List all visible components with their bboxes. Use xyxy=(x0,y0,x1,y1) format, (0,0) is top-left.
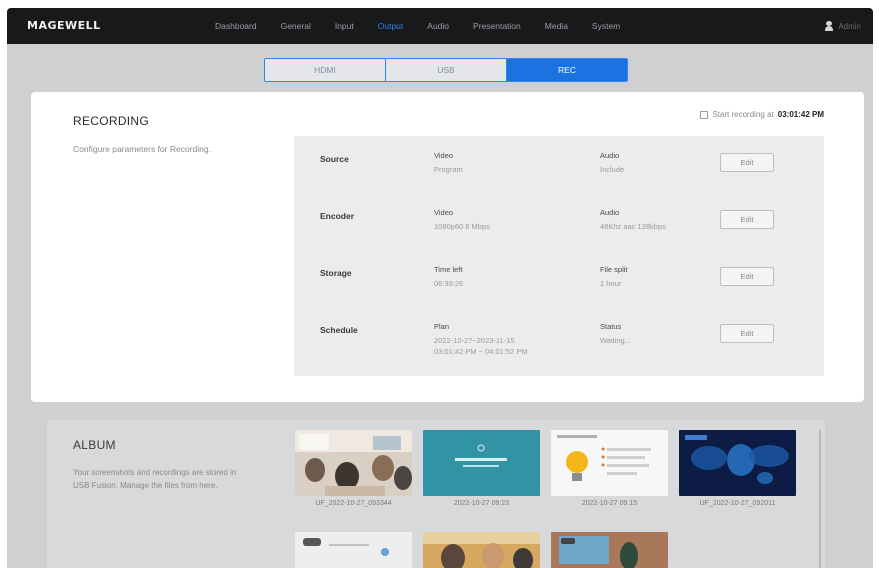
nav-item-system[interactable]: System xyxy=(580,8,632,44)
recording-settings-table: Source Video Program Audio Include Edit … xyxy=(294,136,824,376)
nav-item-presentation[interactable]: Presentation xyxy=(461,8,533,44)
album-item-label: UF_2022-10-27_092011 xyxy=(699,500,776,507)
album-thumbnail[interactable] xyxy=(295,532,412,568)
user-menu[interactable]: Admin xyxy=(825,8,861,44)
row-label: Source xyxy=(320,154,349,164)
row-field-b: Status Waiting... xyxy=(600,322,631,346)
settings-row-encoder: Encoder Video 1080p60 8 Mbps Audio 48Khz… xyxy=(294,193,824,249)
tab-usb[interactable]: USB xyxy=(386,59,507,81)
edit-storage-button[interactable]: Edit xyxy=(720,267,774,286)
recording-description: Configure parameters for Recording. xyxy=(73,144,211,154)
slide-thumbnail-image xyxy=(423,430,540,496)
nav-item-audio[interactable]: Audio xyxy=(415,8,461,44)
album-thumbnail[interactable] xyxy=(423,532,540,568)
lightbulb-slide-image xyxy=(551,430,668,496)
album-title: ALBUM xyxy=(73,438,116,452)
recording-card: RECORDING Configure parameters for Recor… xyxy=(31,92,864,402)
album-section: ALBUM Your screenshots and recordings ar… xyxy=(47,420,825,568)
app-window: MAGEWELL Dashboard General Input Output … xyxy=(7,8,873,568)
edit-schedule-button[interactable]: Edit xyxy=(720,324,774,343)
field-key: File split xyxy=(600,265,628,274)
album-item-label: 2022-10-27 09:23 xyxy=(453,500,510,507)
field-value: 1080p60 8 Mbps xyxy=(434,222,490,231)
album-scrollbar[interactable] xyxy=(819,430,821,568)
album-thumbnail[interactable] xyxy=(423,430,540,496)
field-key: Audio xyxy=(600,151,620,160)
album-description: Your screenshots and recordings are stor… xyxy=(73,468,237,490)
presenter-photo-image xyxy=(551,532,668,568)
edit-source-button[interactable]: Edit xyxy=(720,153,774,172)
settings-row-schedule: Schedule Plan 2022-10-27~2023-11-15 03:0… xyxy=(294,307,824,363)
meeting-photo-image xyxy=(423,532,540,568)
field-value: 2022-10-27~2023-11-15 03:01:42 PM ~ 04:0… xyxy=(434,336,528,356)
field-value: 06:39:26 xyxy=(434,279,464,288)
field-key: Video xyxy=(434,208,454,217)
field-key: Status xyxy=(600,322,622,331)
album-item-label: 2022-10-27 09:15 xyxy=(581,500,638,507)
row-field-a: Video 1080p60 8 Mbps xyxy=(434,208,490,232)
user-icon xyxy=(825,21,834,31)
row-field-a: Plan 2022-10-27~2023-11-15 03:01:42 PM ~… xyxy=(434,322,528,357)
row-label: Encoder xyxy=(320,211,355,221)
row-label: Schedule xyxy=(320,325,358,335)
field-value: 1 hour xyxy=(600,279,622,288)
edit-encoder-button[interactable]: Edit xyxy=(720,210,774,229)
field-key: Video xyxy=(434,151,454,160)
nav-item-general[interactable]: General xyxy=(269,8,323,44)
nav-item-output[interactable]: Output xyxy=(366,8,416,44)
settings-row-storage: Storage Time left 06:39:26 File split 1 … xyxy=(294,250,824,306)
row-field-b: Audio Include xyxy=(600,151,624,175)
nav-item-media[interactable]: Media xyxy=(533,8,580,44)
recording-title: RECORDING xyxy=(73,114,150,128)
tab-rec[interactable]: REC xyxy=(507,59,627,81)
brand-logo: MAGEWELL xyxy=(27,19,101,32)
row-field-b: File split 1 hour xyxy=(600,265,628,289)
whiteboard-image xyxy=(295,532,412,568)
nav-item-dashboard[interactable]: Dashboard xyxy=(203,8,269,44)
world-map-image xyxy=(679,430,796,496)
album-item-label: UF_2022-10-27_093344 xyxy=(315,500,392,507)
start-recording-checkbox[interactable] xyxy=(700,110,709,119)
start-recording-time: 03:01:42 PM xyxy=(777,110,824,119)
field-value: Include xyxy=(600,165,625,174)
album-thumbnail[interactable] xyxy=(551,430,668,496)
field-value: Waiting... xyxy=(600,336,631,345)
start-recording-label: Start recording at xyxy=(712,110,774,119)
settings-row-source: Source Video Program Audio Include Edit xyxy=(294,136,824,192)
field-key: Plan xyxy=(434,322,450,331)
nav-item-input[interactable]: Input xyxy=(323,8,366,44)
output-subtabs: HDMI USB REC xyxy=(264,58,628,82)
start-recording-option[interactable]: Start recording at 03:01:42 PM xyxy=(700,110,824,119)
classroom-photo-image xyxy=(295,430,412,496)
album-thumbnail[interactable] xyxy=(295,430,412,496)
row-field-a: Video Program xyxy=(434,151,463,175)
field-value: Program xyxy=(434,165,463,174)
album-thumbnail[interactable] xyxy=(679,430,796,496)
user-name: Admin xyxy=(838,21,861,31)
row-field-a: Time left 06:39:26 xyxy=(434,265,463,289)
row-field-b: Audio 48Khz aac 128kbps xyxy=(600,208,666,232)
row-label: Storage xyxy=(320,268,352,278)
field-key: Audio xyxy=(600,208,620,217)
main-nav: Dashboard General Input Output Audio Pre… xyxy=(203,8,632,44)
album-thumbnail[interactable] xyxy=(551,532,668,568)
tab-hdmi[interactable]: HDMI xyxy=(265,59,386,81)
field-key: Time left xyxy=(434,265,463,274)
field-value: 48Khz aac 128kbps xyxy=(600,222,666,231)
top-nav-bar: MAGEWELL Dashboard General Input Output … xyxy=(7,8,873,44)
